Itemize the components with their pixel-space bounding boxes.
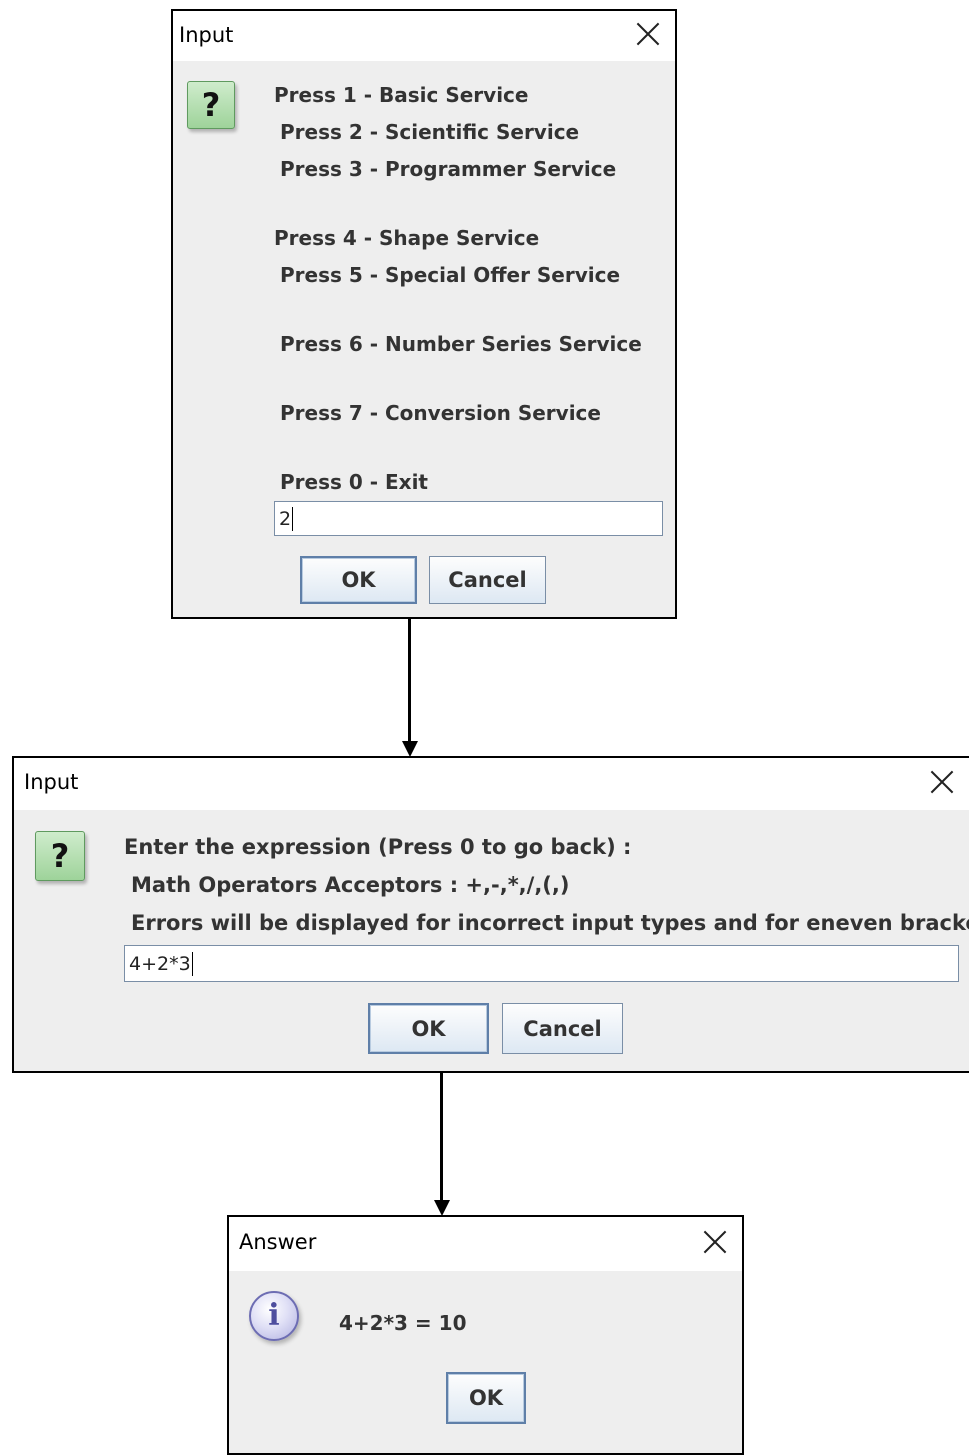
close-icon[interactable] xyxy=(929,769,955,795)
expression-dialog: Input ? Enter the expression (Press 0 to… xyxy=(12,756,969,1073)
answer-text: 4+2*3 = 10 xyxy=(339,1311,467,1335)
input-value: 4+2*3 xyxy=(129,952,191,975)
dialog-title: Input xyxy=(179,23,234,47)
flow-arrow-1-line xyxy=(408,619,411,743)
title-bar[interactable]: Input xyxy=(14,758,969,810)
prompt-line-2: Math Operators Acceptors : +,-,*,/,(,) xyxy=(131,873,570,897)
ok-button[interactable]: OK xyxy=(300,556,417,604)
flow-arrow-2-head xyxy=(434,1200,450,1216)
dialog-title: Answer xyxy=(239,1230,317,1254)
cancel-button[interactable]: Cancel xyxy=(429,556,546,604)
service-menu-dialog: Input ? Press 1 - Basic Service Press 2 … xyxy=(171,9,677,619)
menu-line-4: Press 4 - Shape Service xyxy=(274,226,540,250)
input-value: 2 xyxy=(279,507,292,530)
menu-line-7: Press 7 - Conversion Service xyxy=(280,401,601,425)
text-caret xyxy=(191,951,193,976)
prompt-line-1: Enter the expression (Press 0 to go back… xyxy=(124,835,632,859)
dialog-title: Input xyxy=(24,770,79,794)
ok-button[interactable]: OK xyxy=(368,1003,489,1054)
menu-line-2: Press 2 - Scientific Service xyxy=(280,120,580,144)
prompt-line-3: Errors will be displayed for incorrect i… xyxy=(131,911,969,935)
menu-line-6: Press 6 - Number Series Service xyxy=(280,332,642,356)
title-bar[interactable]: Answer xyxy=(229,1217,742,1271)
text-caret xyxy=(292,506,294,531)
menu-line-8: Press 0 - Exit xyxy=(280,470,428,494)
flow-arrow-2-line xyxy=(440,1073,443,1202)
menu-line-3: Press 3 - Programmer Service xyxy=(280,157,617,181)
service-choice-input[interactable]: 2 xyxy=(274,501,663,536)
cancel-button[interactable]: Cancel xyxy=(502,1003,623,1054)
close-icon[interactable] xyxy=(635,21,661,47)
question-icon: ? xyxy=(187,81,235,129)
title-bar[interactable]: Input xyxy=(173,11,675,61)
expression-input[interactable]: 4+2*3 xyxy=(124,945,959,982)
answer-dialog: Answer i 4+2*3 = 10 OK xyxy=(227,1215,744,1455)
ok-button[interactable]: OK xyxy=(446,1372,526,1424)
menu-line-1: Press 1 - Basic Service xyxy=(274,83,529,107)
menu-line-5: Press 5 - Special Offer Service xyxy=(280,263,621,287)
question-icon: ? xyxy=(35,831,85,881)
info-icon: i xyxy=(249,1291,299,1341)
close-icon[interactable] xyxy=(702,1229,728,1255)
flow-arrow-1-head xyxy=(402,741,418,757)
